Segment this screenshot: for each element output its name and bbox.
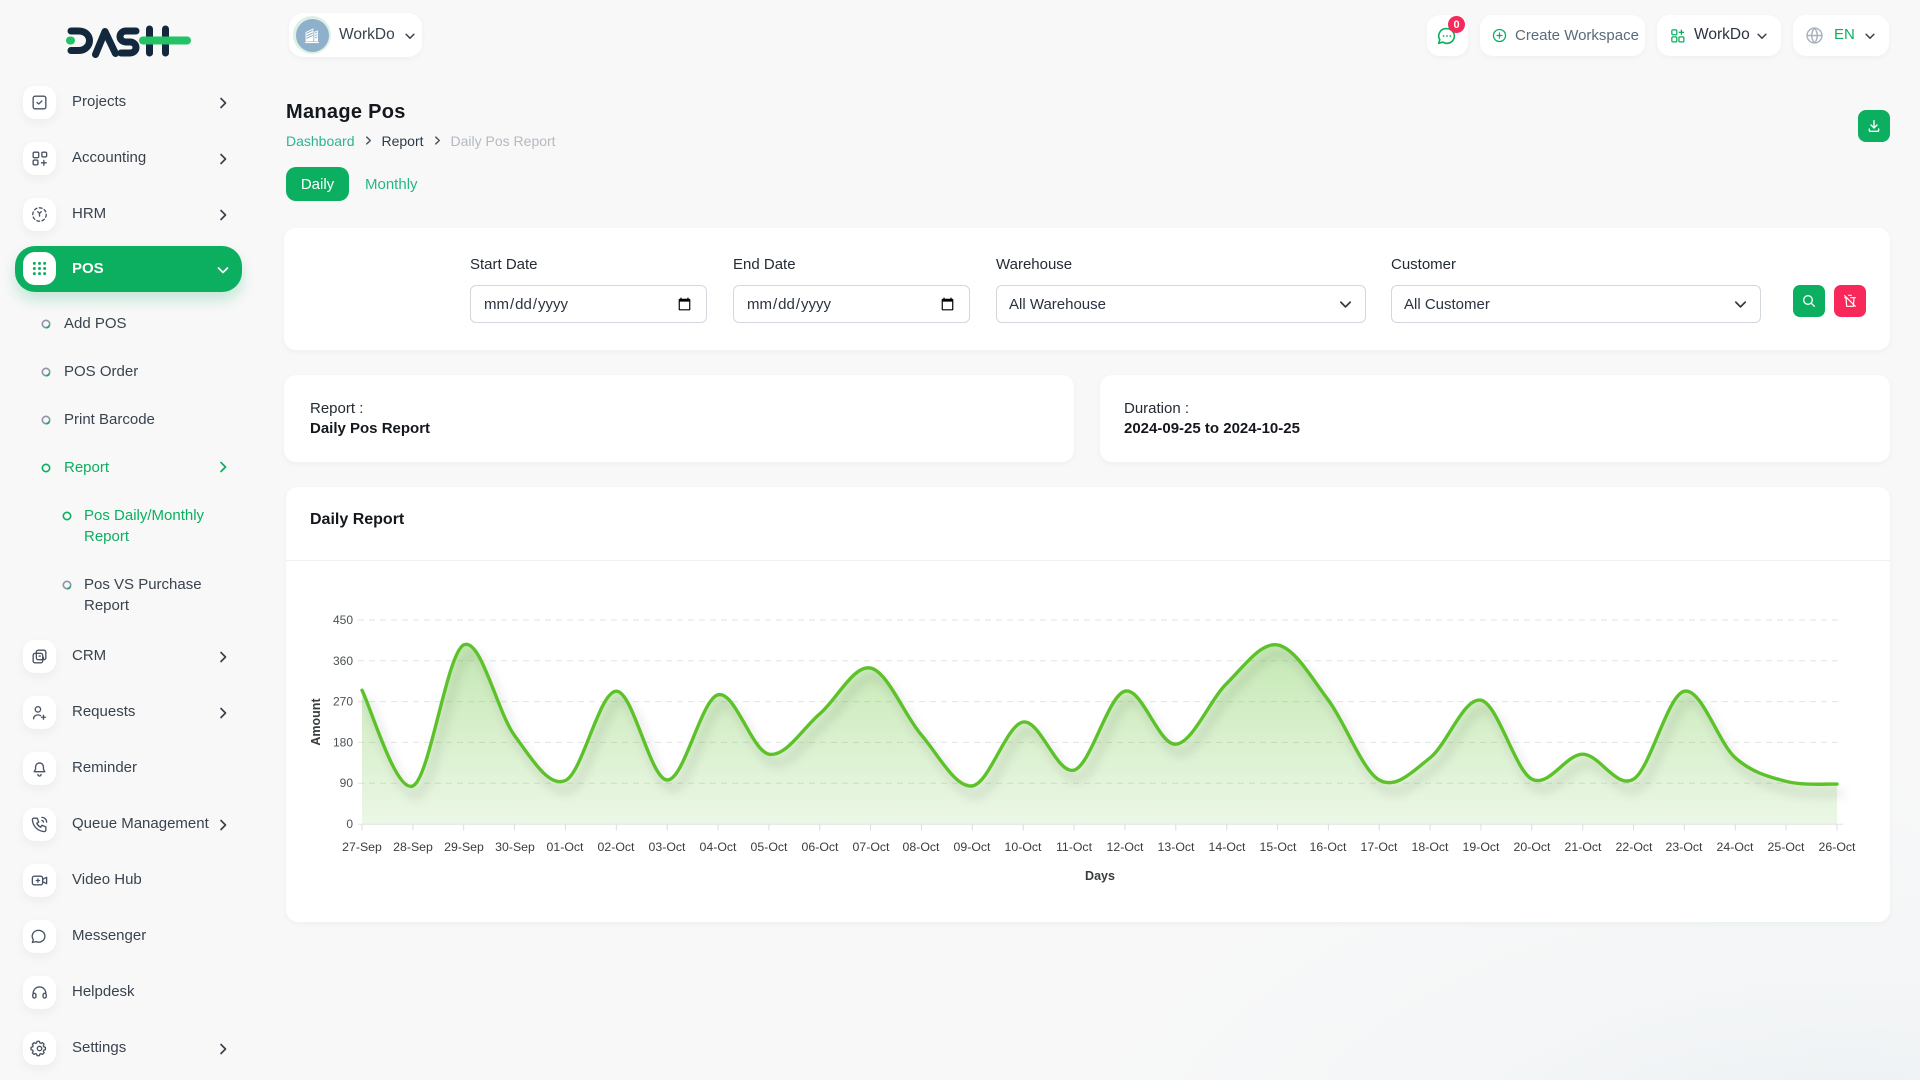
svg-text:21-Oct: 21-Oct [1565, 840, 1602, 854]
svg-text:28-Sep: 28-Sep [393, 840, 433, 854]
svg-text:90: 90 [340, 776, 354, 790]
svg-text:15-Oct: 15-Oct [1260, 840, 1297, 854]
svg-text:04-Oct: 04-Oct [700, 840, 737, 854]
svg-text:14-Oct: 14-Oct [1209, 840, 1246, 854]
svg-text:11-Oct: 11-Oct [1056, 840, 1093, 854]
svg-text:29-Sep: 29-Sep [444, 840, 484, 854]
svg-text:09-Oct: 09-Oct [954, 840, 991, 854]
svg-text:0: 0 [346, 817, 353, 831]
svg-text:180: 180 [333, 735, 353, 749]
svg-text:24-Oct: 24-Oct [1717, 840, 1754, 854]
svg-text:08-Oct: 08-Oct [903, 840, 940, 854]
svg-text:12-Oct: 12-Oct [1107, 840, 1144, 854]
svg-text:22-Oct: 22-Oct [1616, 840, 1653, 854]
svg-text:25-Oct: 25-Oct [1768, 840, 1805, 854]
svg-text:10-Oct: 10-Oct [1005, 840, 1042, 854]
svg-text:03-Oct: 03-Oct [649, 840, 686, 854]
svg-text:01-Oct: 01-Oct [547, 840, 584, 854]
svg-text:30-Sep: 30-Sep [495, 840, 535, 854]
svg-text:02-Oct: 02-Oct [598, 840, 635, 854]
svg-text:18-Oct: 18-Oct [1412, 840, 1449, 854]
svg-text:17-Oct: 17-Oct [1361, 840, 1398, 854]
svg-text:450: 450 [333, 613, 353, 627]
svg-text:07-Oct: 07-Oct [853, 840, 890, 854]
svg-text:16-Oct: 16-Oct [1310, 840, 1347, 854]
svg-text:20-Oct: 20-Oct [1514, 840, 1551, 854]
svg-text:26-Oct: 26-Oct [1819, 840, 1856, 854]
svg-text:27-Sep: 27-Sep [342, 840, 382, 854]
svg-text:23-Oct: 23-Oct [1666, 840, 1703, 854]
svg-text:06-Oct: 06-Oct [802, 840, 839, 854]
svg-text:Days: Days [1085, 869, 1115, 883]
svg-text:360: 360 [333, 654, 353, 668]
svg-text:270: 270 [333, 695, 353, 709]
svg-text:05-Oct: 05-Oct [751, 840, 788, 854]
svg-text:13-Oct: 13-Oct [1158, 840, 1195, 854]
svg-text:Amount: Amount [309, 698, 323, 746]
svg-text:19-Oct: 19-Oct [1463, 840, 1500, 854]
